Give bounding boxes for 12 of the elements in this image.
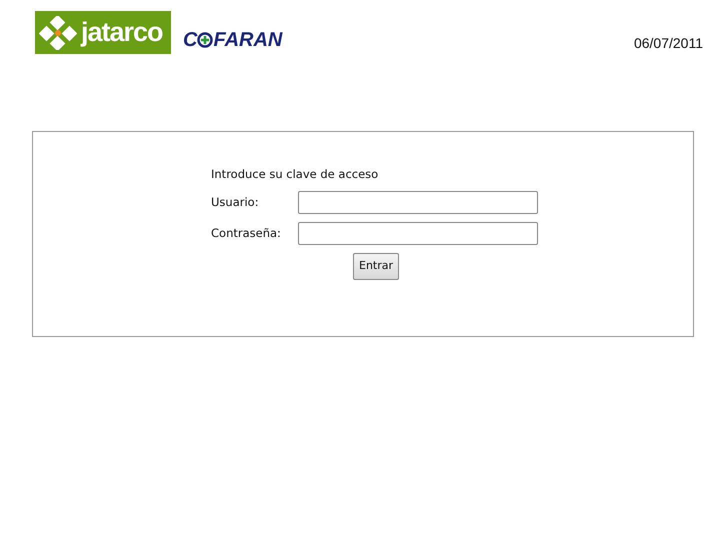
pinwheel-icon	[39, 16, 77, 50]
submit-button[interactable]: Entrar	[353, 253, 400, 280]
field-label: Usuario:	[211, 194, 260, 212]
logo-text: FARAN	[213, 28, 282, 53]
cross-circle-icon	[197, 32, 214, 48]
logo-text: C	[183, 28, 198, 53]
date-text: 06/07/2011	[634, 34, 703, 53]
field-label: Contraseña:	[211, 225, 282, 242]
logo-text: jatarco	[81, 16, 163, 49]
input-field[interactable]	[298, 191, 538, 214]
login-heading: Introduce su clave de acceso	[211, 166, 380, 183]
input-field[interactable]	[298, 222, 538, 246]
